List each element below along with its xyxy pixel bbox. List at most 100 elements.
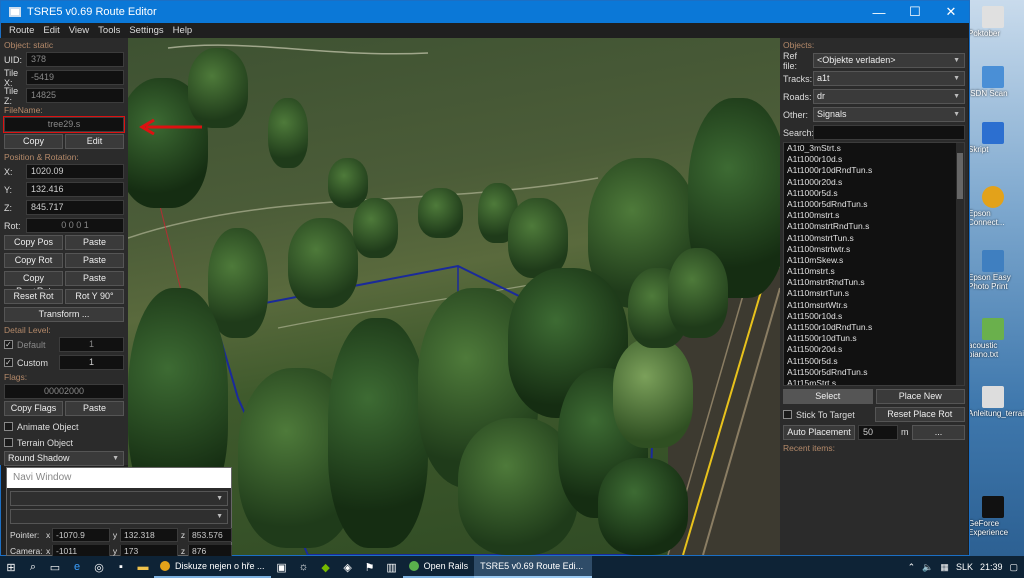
list-item[interactable]: A1t100mstrtTun.s (787, 233, 964, 244)
edge-icon[interactable]: e (66, 556, 88, 578)
x-field[interactable]: 1020.09 (26, 164, 124, 179)
list-item[interactable]: A1t1000r20d.s (787, 177, 964, 188)
windows-start-icon[interactable]: ⊞ (0, 556, 22, 578)
list-item[interactable]: A1t15mStrt.s (787, 378, 964, 385)
list-item[interactable]: A1t1500r10dTun.s (787, 333, 964, 344)
search-input[interactable] (813, 125, 965, 140)
y-field[interactable]: 132.416 (26, 182, 124, 197)
default-level-field[interactable]: 1 (59, 337, 124, 352)
reset-rot-button[interactable]: Reset Rot (4, 289, 63, 304)
reset-place-rot-button[interactable]: Reset Place Rot (874, 407, 965, 422)
search-icon[interactable]: ⌕ (22, 556, 44, 578)
desktop-icon-epson-connect[interactable]: Epson Connect... (968, 186, 1022, 227)
custom-checkbox[interactable] (4, 358, 13, 367)
desktop-icon-geforce[interactable]: GeForce Experience (968, 496, 1022, 537)
pointer-z-value[interactable]: 853.576 (188, 528, 232, 542)
object-list[interactable]: A1t0_3mStrt.s A1t1000r10d.s A1t1000r10dR… (783, 142, 965, 386)
list-item[interactable]: A1t10mstrtWtr.s (787, 300, 964, 311)
language-indicator[interactable]: SLK (956, 562, 973, 572)
list-item[interactable]: A1t100mstrtRndTun.s (787, 221, 964, 232)
pointer-x-value[interactable]: -1070.9 (52, 528, 110, 542)
tile-z-field[interactable]: 14825 (26, 88, 124, 103)
list-item[interactable]: A1t0_3mStrt.s (787, 143, 964, 154)
desktop-icon-epson-photo[interactable]: Epson Easy Photo Print (968, 250, 1022, 291)
app-icon[interactable]: ▥ (381, 556, 403, 578)
task-view-icon[interactable]: ▭ (44, 556, 66, 578)
pointer-y-value[interactable]: 132.318 (120, 528, 178, 542)
task-open-rails[interactable]: Open Rails (402, 556, 475, 578)
desktop-icon-file[interactable]: Poktober (968, 6, 1022, 38)
edit-button[interactable]: Edit (65, 134, 124, 149)
paste-rot-button[interactable]: Paste (65, 253, 124, 268)
list-item[interactable]: A1t100mstrt.s (787, 210, 964, 221)
menu-settings[interactable]: Settings (129, 25, 163, 36)
desktop-icon-scan[interactable]: ISDN Scan (968, 66, 1022, 98)
tile-x-field[interactable]: -5419 (26, 70, 124, 85)
copy-button[interactable]: Copy (4, 134, 63, 149)
stick-to-target-checkbox[interactable] (783, 410, 792, 419)
select-button[interactable]: Select (783, 389, 873, 404)
volume-icon[interactable]: 🔈 (922, 562, 933, 573)
tracks-dropdown[interactable]: a1t ▼ (813, 71, 965, 86)
nvidia-icon[interactable]: ◆ (315, 556, 337, 578)
z-field[interactable]: 845.717 (26, 200, 124, 215)
auto-placement-distance[interactable]: 50 (858, 425, 898, 440)
folder-icon[interactable]: ▬ (132, 556, 154, 578)
auto-placement-button[interactable]: Auto Placement (783, 425, 855, 440)
close-button[interactable]: ✕ (933, 1, 969, 23)
list-item[interactable]: A1t1500r10dRndTun.s (787, 322, 964, 333)
copy-posrot-button[interactable]: Copy Pos+Rot (4, 271, 63, 296)
menu-view[interactable]: View (69, 25, 89, 36)
desktop-icon-anleitung[interactable]: Anleitung_terrain (968, 386, 1024, 418)
app-icon[interactable]: ◈ (337, 556, 359, 578)
title-bar[interactable]: TSRE5 v0.69 Route Editor — ☐ ✕ (1, 1, 969, 23)
paste-posrot-button[interactable]: Paste (65, 271, 124, 286)
scrollbar-thumb[interactable] (957, 153, 963, 199)
list-item[interactable]: A1t1000r5dRndTun.s (787, 199, 964, 210)
list-item[interactable]: A1t1500r5dRndTun.s (787, 367, 964, 378)
desktop-icon-piano[interactable]: acoustic piano.txt (968, 318, 1022, 359)
menu-tools[interactable]: Tools (98, 25, 120, 36)
ref-file-dropdown[interactable]: <Objekte verladen> ▼ (813, 53, 965, 68)
list-item[interactable]: A1t1000r5d.s (787, 188, 964, 199)
copy-rot-button[interactable]: Copy Rot (4, 253, 63, 268)
filename-field[interactable]: tree29.s (3, 116, 125, 133)
navi-dropdown-2[interactable]: ▼ (10, 509, 228, 524)
rot-y90-button[interactable]: Rot Y 90° (65, 289, 124, 304)
task-route-editor[interactable]: TSRE5 v0.69 Route Edi... (474, 556, 593, 578)
shadow-dropdown[interactable]: Round Shadow ▼ (4, 451, 124, 466)
list-item[interactable]: A1t1500r5d.s (787, 356, 964, 367)
minimize-button[interactable]: — (861, 1, 897, 23)
network-icon[interactable]: ▦ (940, 562, 949, 573)
list-item[interactable]: A1t1500r10d.s (787, 311, 964, 322)
paste-pos-button[interactable]: Paste (65, 235, 124, 250)
roads-dropdown[interactable]: dr ▼ (813, 89, 965, 104)
place-new-button[interactable]: Place New (875, 389, 965, 404)
navi-dropdown-1[interactable]: ▼ (10, 491, 228, 506)
transform-button[interactable]: Transform ... (4, 307, 124, 322)
more-button[interactable]: ... (912, 425, 965, 440)
list-item[interactable]: A1t100mstrtwtr.s (787, 244, 964, 255)
animate-object-checkbox[interactable] (4, 422, 13, 431)
rot-field[interactable]: 0 0 0 1 (26, 218, 124, 233)
list-item[interactable]: A1t1500r20d.s (787, 344, 964, 355)
other-dropdown[interactable]: Signals ▼ (813, 107, 965, 122)
default-checkbox[interactable] (4, 340, 13, 349)
navi-title[interactable]: Navi Window (7, 468, 231, 488)
uid-field[interactable]: 378 (26, 52, 124, 67)
custom-level-field[interactable]: 1 (59, 355, 124, 370)
list-item[interactable]: A1t1000r10dRndTun.s (787, 165, 964, 176)
save-icon[interactable]: ▪ (110, 556, 132, 578)
desktop-icon-skript[interactable]: Skript (968, 122, 1022, 154)
paste-flags-button[interactable]: Paste (65, 401, 124, 416)
menu-route[interactable]: Route (9, 25, 34, 36)
notification-icon[interactable]: ▢ (1009, 562, 1018, 573)
list-item[interactable]: A1t10mSkew.s (787, 255, 964, 266)
flags-field[interactable]: 00002000 (4, 384, 124, 399)
copy-pos-button[interactable]: Copy Pos (4, 235, 63, 250)
task-browser[interactable]: Diskuze nejen o hře ... (154, 556, 271, 578)
list-item[interactable]: A1t1000r10d.s (787, 154, 964, 165)
store-icon[interactable]: ▣ (271, 556, 293, 578)
app-icon[interactable]: ⚑ (359, 556, 381, 578)
app-icon[interactable]: ☼ (293, 556, 315, 578)
